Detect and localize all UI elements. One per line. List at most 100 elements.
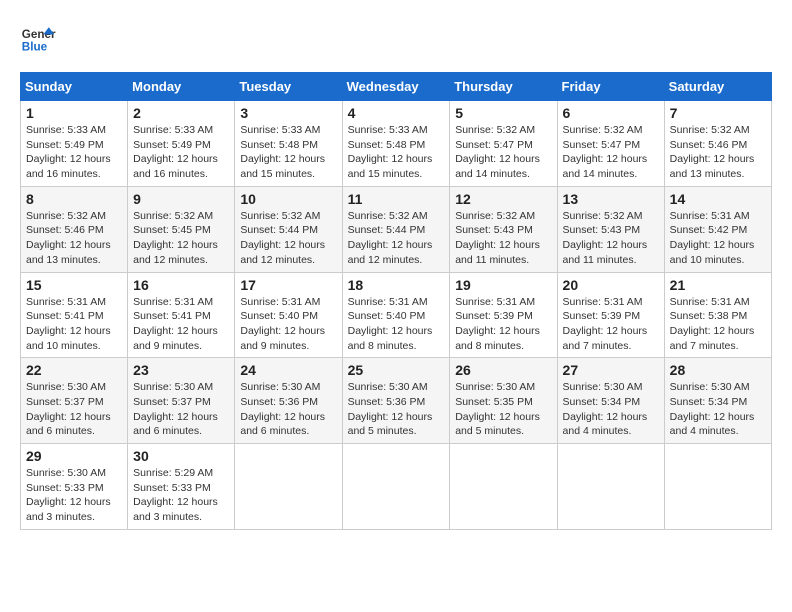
calendar-week-row: 22 Sunrise: 5:30 AMSunset: 5:37 PMDayligh…: [21, 358, 772, 444]
day-number: 21: [670, 277, 766, 293]
calendar-cell: [342, 444, 450, 530]
calendar-week-row: 1 Sunrise: 5:33 AMSunset: 5:49 PMDaylight…: [21, 101, 772, 187]
logo: General Blue: [20, 20, 56, 56]
day-info: Sunrise: 5:31 AMSunset: 5:39 PMDaylight:…: [563, 295, 659, 354]
calendar-week-row: 15 Sunrise: 5:31 AMSunset: 5:41 PMDayligh…: [21, 272, 772, 358]
col-header-wednesday: Wednesday: [342, 73, 450, 101]
calendar-week-row: 8 Sunrise: 5:32 AMSunset: 5:46 PMDaylight…: [21, 186, 772, 272]
day-number: 26: [455, 362, 551, 378]
day-number: 4: [348, 105, 445, 121]
day-info: Sunrise: 5:32 AMSunset: 5:46 PMDaylight:…: [26, 209, 122, 268]
day-info: Sunrise: 5:32 AMSunset: 5:47 PMDaylight:…: [563, 123, 659, 182]
calendar-cell: 17 Sunrise: 5:31 AMSunset: 5:40 PMDayligh…: [235, 272, 342, 358]
calendar-cell: 28Sunrise: 5:30 AMSunset: 5:34 PMDayligh…: [664, 358, 771, 444]
calendar-cell: [664, 444, 771, 530]
calendar-cell: 27 Sunrise: 5:30 AMSunset: 5:34 PMDayligh…: [557, 358, 664, 444]
calendar-cell: 9 Sunrise: 5:32 AMSunset: 5:45 PMDaylight…: [128, 186, 235, 272]
day-info: Sunrise: 5:31 AMSunset: 5:40 PMDaylight:…: [240, 295, 336, 354]
col-header-tuesday: Tuesday: [235, 73, 342, 101]
day-info: Sunrise: 5:33 AMSunset: 5:49 PMDaylight:…: [133, 123, 229, 182]
calendar-header-row: SundayMondayTuesdayWednesdayThursdayFrid…: [21, 73, 772, 101]
day-number: 19: [455, 277, 551, 293]
day-info: Sunrise: 5:29 AMSunset: 5:33 PMDaylight:…: [133, 466, 229, 525]
day-number: 29: [26, 448, 122, 464]
day-info: Sunrise: 5:32 AMSunset: 5:44 PMDaylight:…: [240, 209, 336, 268]
calendar-cell: 19Sunrise: 5:31 AMSunset: 5:39 PMDayligh…: [450, 272, 557, 358]
day-info: Sunrise: 5:32 AMSunset: 5:44 PMDaylight:…: [348, 209, 445, 268]
calendar-cell: 1 Sunrise: 5:33 AMSunset: 5:49 PMDaylight…: [21, 101, 128, 187]
day-number: 1: [26, 105, 122, 121]
day-number: 13: [563, 191, 659, 207]
day-number: 22: [26, 362, 122, 378]
day-info: Sunrise: 5:32 AMSunset: 5:45 PMDaylight:…: [133, 209, 229, 268]
day-number: 18: [348, 277, 445, 293]
day-number: 8: [26, 191, 122, 207]
day-info: Sunrise: 5:32 AMSunset: 5:46 PMDaylight:…: [670, 123, 766, 182]
calendar-cell: 11 Sunrise: 5:32 AMSunset: 5:44 PMDayligh…: [342, 186, 450, 272]
day-info: Sunrise: 5:33 AMSunset: 5:48 PMDaylight:…: [240, 123, 336, 182]
calendar-cell: 5 Sunrise: 5:32 AMSunset: 5:47 PMDaylight…: [450, 101, 557, 187]
calendar-cell: [235, 444, 342, 530]
calendar-cell: 8 Sunrise: 5:32 AMSunset: 5:46 PMDaylight…: [21, 186, 128, 272]
day-number: 28: [670, 362, 766, 378]
day-number: 15: [26, 277, 122, 293]
calendar-cell: 21 Sunrise: 5:31 AMSunset: 5:38 PMDayligh…: [664, 272, 771, 358]
calendar-cell: 13 Sunrise: 5:32 AMSunset: 5:43 PMDayligh…: [557, 186, 664, 272]
day-number: 9: [133, 191, 229, 207]
calendar-cell: 7 Sunrise: 5:32 AMSunset: 5:46 PMDaylight…: [664, 101, 771, 187]
calendar-cell: 16 Sunrise: 5:31 AMSunset: 5:41 PMDayligh…: [128, 272, 235, 358]
day-info: Sunrise: 5:32 AMSunset: 5:43 PMDaylight:…: [563, 209, 659, 268]
day-number: 27: [563, 362, 659, 378]
day-info: Sunrise: 5:30 AMSunset: 5:35 PMDaylight:…: [455, 380, 551, 439]
calendar-cell: 14 Sunrise: 5:31 AMSunset: 5:42 PMDayligh…: [664, 186, 771, 272]
calendar-cell: 24Sunrise: 5:30 AMSunset: 5:36 PMDayligh…: [235, 358, 342, 444]
day-number: 14: [670, 191, 766, 207]
calendar-cell: 18 Sunrise: 5:31 AMSunset: 5:40 PMDayligh…: [342, 272, 450, 358]
day-info: Sunrise: 5:30 AMSunset: 5:37 PMDaylight:…: [26, 380, 122, 439]
day-number: 16: [133, 277, 229, 293]
col-header-saturday: Saturday: [664, 73, 771, 101]
day-info: Sunrise: 5:31 AMSunset: 5:41 PMDaylight:…: [133, 295, 229, 354]
calendar-cell: 30Sunrise: 5:29 AMSunset: 5:33 PMDayligh…: [128, 444, 235, 530]
day-number: 24: [240, 362, 336, 378]
day-number: 5: [455, 105, 551, 121]
calendar-cell: 15 Sunrise: 5:31 AMSunset: 5:41 PMDayligh…: [21, 272, 128, 358]
day-number: 12: [455, 191, 551, 207]
day-info: Sunrise: 5:31 AMSunset: 5:38 PMDaylight:…: [670, 295, 766, 354]
day-info: Sunrise: 5:33 AMSunset: 5:48 PMDaylight:…: [348, 123, 445, 182]
day-number: 2: [133, 105, 229, 121]
calendar-cell: [557, 444, 664, 530]
day-info: Sunrise: 5:30 AMSunset: 5:34 PMDaylight:…: [563, 380, 659, 439]
day-number: 23: [133, 362, 229, 378]
day-info: Sunrise: 5:32 AMSunset: 5:47 PMDaylight:…: [455, 123, 551, 182]
calendar-cell: [450, 444, 557, 530]
col-header-monday: Monday: [128, 73, 235, 101]
day-number: 3: [240, 105, 336, 121]
calendar-cell: 22 Sunrise: 5:30 AMSunset: 5:37 PMDayligh…: [21, 358, 128, 444]
day-number: 11: [348, 191, 445, 207]
calendar-cell: 29Sunrise: 5:30 AMSunset: 5:33 PMDayligh…: [21, 444, 128, 530]
calendar-cell: 20 Sunrise: 5:31 AMSunset: 5:39 PMDayligh…: [557, 272, 664, 358]
logo-icon: General Blue: [20, 20, 56, 56]
col-header-sunday: Sunday: [21, 73, 128, 101]
page-header: General Blue: [20, 20, 772, 56]
day-info: Sunrise: 5:32 AMSunset: 5:43 PMDaylight:…: [455, 209, 551, 268]
calendar-cell: 10 Sunrise: 5:32 AMSunset: 5:44 PMDayligh…: [235, 186, 342, 272]
day-number: 25: [348, 362, 445, 378]
svg-text:Blue: Blue: [22, 41, 48, 54]
day-info: Sunrise: 5:31 AMSunset: 5:41 PMDaylight:…: [26, 295, 122, 354]
day-info: Sunrise: 5:31 AMSunset: 5:42 PMDaylight:…: [670, 209, 766, 268]
day-info: Sunrise: 5:30 AMSunset: 5:37 PMDaylight:…: [133, 380, 229, 439]
col-header-thursday: Thursday: [450, 73, 557, 101]
svg-text:General: General: [22, 28, 56, 41]
day-info: Sunrise: 5:31 AMSunset: 5:40 PMDaylight:…: [348, 295, 445, 354]
calendar-cell: 25Sunrise: 5:30 AMSunset: 5:36 PMDayligh…: [342, 358, 450, 444]
calendar-cell: 4 Sunrise: 5:33 AMSunset: 5:48 PMDaylight…: [342, 101, 450, 187]
day-number: 6: [563, 105, 659, 121]
calendar-cell: 2 Sunrise: 5:33 AMSunset: 5:49 PMDaylight…: [128, 101, 235, 187]
day-info: Sunrise: 5:33 AMSunset: 5:49 PMDaylight:…: [26, 123, 122, 182]
day-number: 20: [563, 277, 659, 293]
day-number: 7: [670, 105, 766, 121]
day-number: 17: [240, 277, 336, 293]
day-number: 10: [240, 191, 336, 207]
